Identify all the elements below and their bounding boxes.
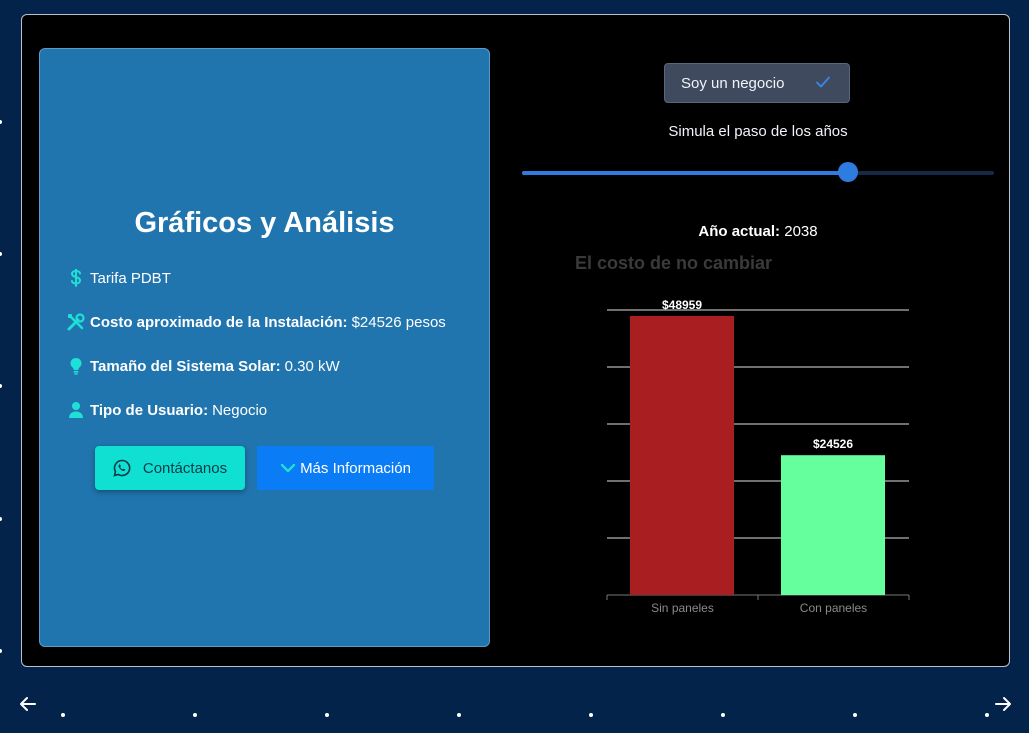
carousel-dot[interactable] xyxy=(61,713,65,717)
user-type-value: Negocio xyxy=(212,401,268,419)
carousel-dot[interactable] xyxy=(721,713,725,717)
info-panel: Gráficos y Análisis Tarifa PDBT Costo ap… xyxy=(39,48,490,647)
data-label: $24526 xyxy=(813,437,853,451)
current-year-value: 2038 xyxy=(784,223,818,240)
carousel-dot[interactable] xyxy=(985,713,989,717)
contact-button-label: Contáctanos xyxy=(142,459,228,477)
check-icon xyxy=(815,74,831,94)
years-slider[interactable] xyxy=(522,162,994,182)
current-year: Año actual: 2038 xyxy=(522,223,994,240)
more-info-button-label: Más Información xyxy=(300,459,411,477)
carousel-dot[interactable] xyxy=(457,713,461,717)
chevron-down-icon xyxy=(280,462,296,474)
carousel-dot[interactable] xyxy=(193,713,197,717)
user-type-row: Tipo de Usuario: Negocio xyxy=(67,401,267,419)
size-label: Tamaño del Sistema Solar: xyxy=(90,357,281,375)
page-title: Gráficos y Análisis xyxy=(134,207,395,239)
arrow-left-icon[interactable] xyxy=(19,695,37,718)
carousel-dot xyxy=(0,649,2,653)
carousel-dot xyxy=(0,384,2,388)
business-toggle-label: Soy un negocio xyxy=(681,74,785,92)
tools-icon xyxy=(67,313,85,331)
results-card: Gráficos y Análisis Tarifa PDBT Costo ap… xyxy=(21,14,1010,667)
carousel-dot xyxy=(0,252,2,256)
cost-label: Costo aproximado de la Instalación: xyxy=(90,313,348,331)
tarifa-row: Tarifa PDBT xyxy=(67,269,171,287)
size-row: Tamaño del Sistema Solar: 0.30 kW xyxy=(67,357,340,375)
user-type-label: Tipo de Usuario: xyxy=(90,401,209,419)
more-info-button[interactable]: Más Información xyxy=(257,446,434,490)
cost-chart: $48959 Sin paneles $24526 Con paneles xyxy=(606,298,910,615)
user-icon xyxy=(67,401,85,419)
carousel-dot[interactable] xyxy=(325,713,329,717)
whatsapp-icon xyxy=(113,459,131,477)
years-slider-label: Simula el paso de los años xyxy=(668,123,848,140)
size-value: 0.30 kW xyxy=(284,357,340,375)
carousel-dot[interactable] xyxy=(853,713,857,717)
contact-button[interactable]: Contáctanos xyxy=(95,446,245,490)
bar xyxy=(630,315,734,595)
tarifa-text: Tarifa PDBT xyxy=(90,269,171,287)
carousel-dot[interactable] xyxy=(589,713,593,717)
arrow-right-icon[interactable] xyxy=(994,695,1012,718)
bar xyxy=(781,455,885,595)
dollar-icon xyxy=(67,269,85,287)
lightbulb-icon xyxy=(67,357,85,375)
tick-label: Sin paneles xyxy=(651,601,714,615)
cost-row: Costo aproximado de la Instalación: $245… xyxy=(67,313,446,331)
carousel-dot xyxy=(0,120,2,124)
business-toggle[interactable]: Soy un negocio xyxy=(664,63,850,103)
tick-label: Con paneles xyxy=(800,601,867,615)
chart-title: El costo de no cambiar xyxy=(575,253,773,273)
cost-value: $24526 pesos xyxy=(351,313,446,331)
current-year-label: Año actual: xyxy=(698,223,781,240)
carousel-dot xyxy=(0,517,2,521)
years-slider-thumb[interactable] xyxy=(837,162,858,182)
data-label: $48959 xyxy=(662,298,702,312)
years-slider-fill xyxy=(522,171,848,175)
